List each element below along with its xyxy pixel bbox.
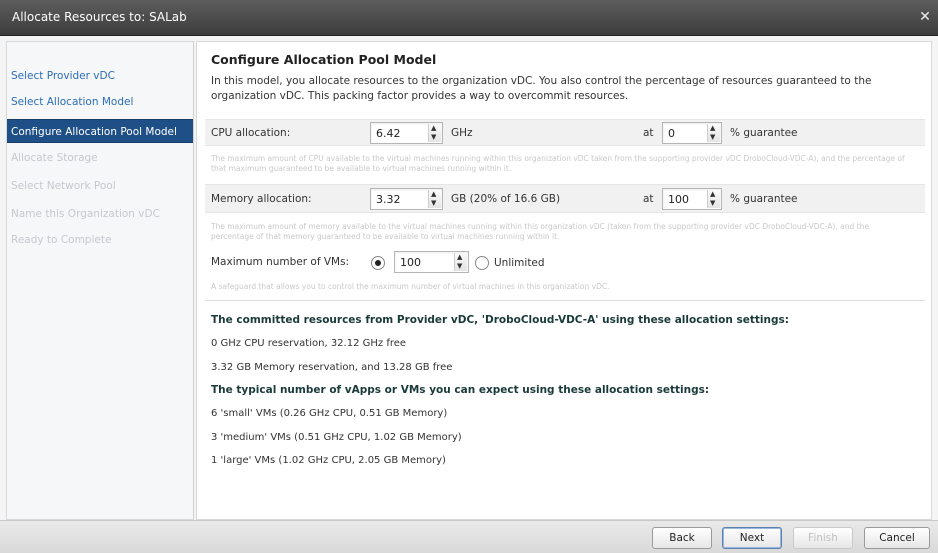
chevron-up-icon[interactable]: ▲ bbox=[431, 190, 436, 198]
memory-allocation-value: 3.32 bbox=[376, 193, 401, 206]
memory-hint: The maximum amount of memory available t… bbox=[211, 222, 869, 241]
step-ready-to-complete: Ready to Complete bbox=[11, 234, 112, 246]
cpu-unit-label: GHz bbox=[451, 127, 473, 139]
memory-guarantee-arrows[interactable]: ▲ ▼ bbox=[707, 190, 720, 208]
cpu-reservation-text: 0 GHz CPU reservation, 32.12 GHz free bbox=[211, 338, 407, 349]
cpu-guarantee-label: % guarantee bbox=[730, 127, 798, 139]
chevron-up-icon[interactable]: ▲ bbox=[710, 190, 715, 198]
max-vms-hint: A safeguard that allows you to control t… bbox=[211, 282, 610, 291]
cpu-guarantee-value: 0 bbox=[668, 127, 675, 140]
memory-guarantee-label: % guarantee bbox=[730, 193, 798, 205]
page-title: Configure Allocation Pool Model bbox=[211, 52, 437, 67]
chevron-down-icon[interactable]: ▼ bbox=[431, 199, 436, 207]
cpu-row-band bbox=[205, 119, 925, 146]
memory-at-label: at bbox=[643, 193, 654, 205]
radio-selected-dot bbox=[375, 260, 381, 266]
typical-vms-heading: The typical number of vApps or VMs you c… bbox=[211, 384, 710, 396]
memory-row-band bbox=[205, 184, 925, 213]
unlimited-vms-radio[interactable] bbox=[475, 256, 489, 270]
step-name-org-vdc: Name this Organization vDC bbox=[11, 208, 160, 220]
chevron-down-icon[interactable]: ▼ bbox=[710, 199, 715, 207]
dialog-title: Allocate Resources to: SALab bbox=[12, 10, 187, 24]
memory-reservation-text: 3.32 GB Memory reservation, and 13.28 GB… bbox=[211, 362, 453, 373]
step-select-provider-vdc[interactable]: Select Provider vDC bbox=[7, 64, 193, 88]
step-configure-allocation-pool-model[interactable]: Configure Allocation Pool Model bbox=[7, 119, 193, 143]
committed-resources-heading: The committed resources from Provider vD… bbox=[211, 314, 789, 326]
cpu-allocation-label: CPU allocation: bbox=[211, 127, 291, 139]
max-vms-value-radio[interactable] bbox=[371, 256, 385, 270]
cpu-at-label: at bbox=[643, 127, 654, 139]
wizard-steps-sidebar: Select Provider vDC Select Allocation Mo… bbox=[6, 41, 194, 520]
max-vms-stepper[interactable]: 100 ▲ ▼ bbox=[394, 251, 469, 273]
memory-guarantee-stepper[interactable]: 100 ▲ ▼ bbox=[662, 188, 722, 210]
back-button[interactable]: Back bbox=[652, 527, 712, 549]
finish-button: Finish bbox=[793, 527, 853, 549]
max-vms-value: 100 bbox=[400, 256, 421, 269]
max-vms-arrows[interactable]: ▲ ▼ bbox=[454, 253, 467, 271]
content-panel: Configure Allocation Pool Model In this … bbox=[196, 41, 932, 520]
chevron-down-icon[interactable]: ▼ bbox=[431, 133, 436, 141]
chevron-down-icon[interactable]: ▼ bbox=[457, 262, 462, 270]
intro-text: In this model, you allocate resources to… bbox=[211, 75, 872, 102]
memory-unit-label: GB (20% of 16.6 GB) bbox=[451, 193, 561, 205]
cpu-stepper-arrows[interactable]: ▲ ▼ bbox=[428, 124, 441, 142]
allocate-resources-dialog: Allocate Resources to: SALab ✕ Select Pr… bbox=[0, 0, 938, 553]
cpu-hint: The maximum amount of CPU available to t… bbox=[211, 154, 905, 173]
memory-stepper-arrows[interactable]: ▲ ▼ bbox=[428, 190, 441, 208]
typical-large-text: 1 'large' VMs (1.02 GHz CPU, 2.05 GB Mem… bbox=[211, 455, 446, 466]
section-divider bbox=[205, 300, 925, 301]
cpu-allocation-value: 6.42 bbox=[376, 127, 401, 140]
memory-guarantee-value: 100 bbox=[668, 193, 689, 206]
memory-allocation-label: Memory allocation: bbox=[211, 193, 312, 205]
max-vms-label: Maximum number of VMs: bbox=[211, 256, 350, 268]
cpu-guarantee-stepper[interactable]: 0 ▲ ▼ bbox=[662, 122, 722, 144]
step-select-network-pool: Select Network Pool bbox=[11, 180, 116, 192]
typical-small-text: 6 'small' VMs (0.26 GHz CPU, 0.51 GB Mem… bbox=[211, 408, 448, 419]
step-allocate-storage: Allocate Storage bbox=[11, 152, 98, 164]
close-icon[interactable]: ✕ bbox=[916, 8, 934, 26]
typical-medium-text: 3 'medium' VMs (0.51 GHz CPU, 1.02 GB Me… bbox=[211, 432, 462, 443]
chevron-down-icon[interactable]: ▼ bbox=[710, 133, 715, 141]
dialog-footer: Back Next Finish Cancel bbox=[0, 520, 938, 553]
unlimited-label: Unlimited bbox=[494, 257, 545, 269]
chevron-up-icon[interactable]: ▲ bbox=[710, 124, 715, 132]
cancel-button[interactable]: Cancel bbox=[864, 527, 930, 549]
step-select-allocation-model[interactable]: Select Allocation Model bbox=[7, 90, 193, 114]
next-button[interactable]: Next bbox=[722, 527, 782, 549]
title-bar: Allocate Resources to: SALab ✕ bbox=[0, 0, 938, 36]
chevron-up-icon[interactable]: ▲ bbox=[431, 124, 436, 132]
chevron-up-icon[interactable]: ▲ bbox=[457, 253, 462, 261]
memory-allocation-stepper[interactable]: 3.32 ▲ ▼ bbox=[370, 188, 443, 210]
cpu-guarantee-arrows[interactable]: ▲ ▼ bbox=[707, 124, 720, 142]
cpu-allocation-stepper[interactable]: 6.42 ▲ ▼ bbox=[370, 122, 443, 144]
